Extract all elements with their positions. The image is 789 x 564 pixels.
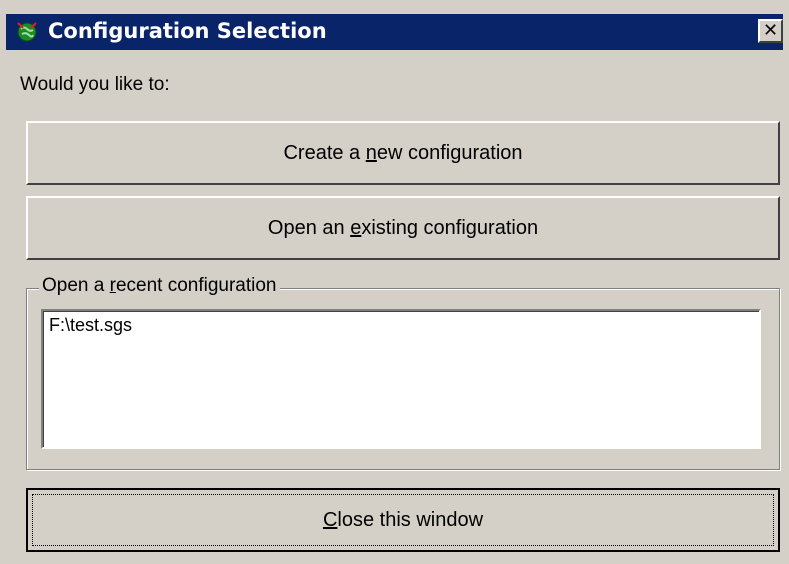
close-this-window-button[interactable]: Close this window (26, 488, 780, 552)
open-button-label: Open an existing configuration (267, 216, 539, 239)
list-item[interactable]: F:\test.sgs (49, 315, 132, 336)
recent-configuration-label: Open a recent configuration (39, 275, 280, 297)
title-bar[interactable]: Configuration Selection ✕ (6, 14, 783, 50)
configuration-dialog: Configuration Selection ✕ Would you like… (6, 6, 789, 564)
prompt-text: Would you like to: (20, 74, 170, 95)
green-globe-icon (17, 22, 37, 42)
close-button-label: Close this window (322, 508, 484, 531)
close-window-icon[interactable]: ✕ (758, 19, 783, 43)
window-title: Configuration Selection (48, 19, 327, 43)
create-new-configuration-button[interactable]: Create a new configuration (26, 121, 780, 185)
open-existing-configuration-button[interactable]: Open an existing configuration (26, 196, 780, 260)
create-button-label: Create a new configuration (283, 141, 523, 164)
recent-configuration-group: Open a recent configuration F:\test.sgs (26, 275, 780, 470)
recent-configuration-list[interactable]: F:\test.sgs (41, 309, 761, 449)
